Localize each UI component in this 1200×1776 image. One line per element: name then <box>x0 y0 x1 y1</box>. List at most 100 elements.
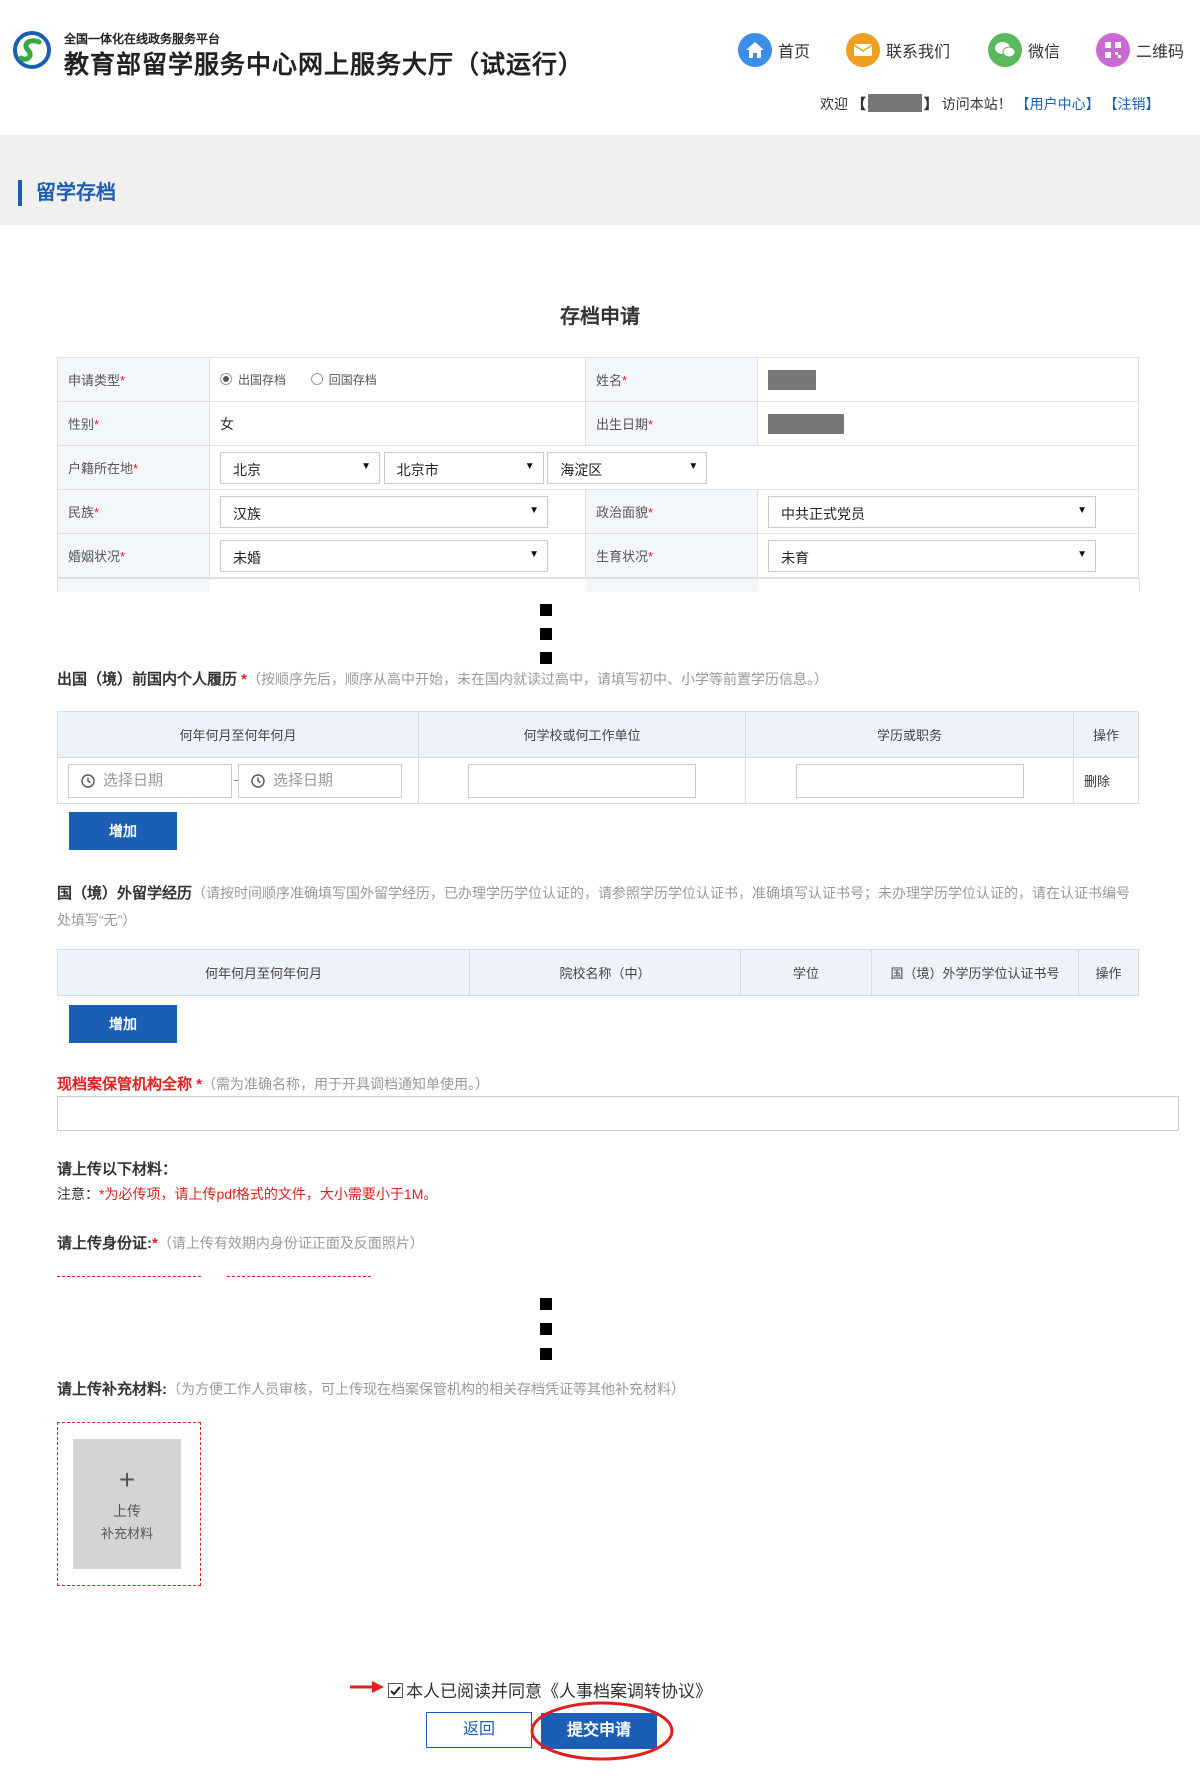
institution-input[interactable] <box>57 1096 1179 1131</box>
ellipsis-dot <box>540 1323 552 1335</box>
nav-home[interactable]: 首页 <box>738 33 810 67</box>
user-center-link[interactable]: 【用户中心】 <box>1016 96 1100 112</box>
apply-type-radio-out[interactable] <box>220 373 232 385</box>
hukou-label: 户籍所在地* <box>57 445 210 490</box>
nav-qrcode-label: 二维码 <box>1136 44 1185 61</box>
id-back-upload-frame[interactable] <box>227 1276 371 1277</box>
name-redacted <box>768 369 816 390</box>
abroad-heading: 国（境）外留学经历（请按时间顺序准确填写国外留学经历，已办理学历学位认证的，请参… <box>57 885 1131 928</box>
nav-qrcode[interactable]: 二维码 <box>1096 33 1184 67</box>
cut-gap <box>0 1280 1200 1370</box>
plus-icon: + <box>118 1464 136 1495</box>
hukou-province-select[interactable]: 北京 ▼ <box>220 451 380 484</box>
site-logo <box>13 31 51 69</box>
marital-cell: 未婚 ▼ <box>209 533 586 578</box>
delete-row-link[interactable]: 删除 <box>1073 757 1139 804</box>
fertility-select[interactable]: 未育 ▼ <box>768 539 1096 572</box>
nav-wechat[interactable]: 微信 <box>988 33 1060 67</box>
materials-note: 注意：*为必传项，请上传pdf格式的文件，大小需要小于1M。 <box>57 1186 438 1202</box>
agreement-text: 本人已阅读并同意 <box>406 1682 542 1701</box>
logout-link[interactable]: 【注销】 <box>1104 96 1160 112</box>
apply-type-radio-return[interactable] <box>310 373 323 385</box>
add-abroad-button[interactable]: 增加 <box>69 1005 177 1043</box>
school-cell <box>418 757 746 804</box>
id-front-upload-frame[interactable] <box>57 1276 201 1277</box>
back-button[interactable]: 返回 <box>426 1712 532 1748</box>
marital-select[interactable]: 未婚 ▼ <box>220 539 548 572</box>
basic-info-table: 申请类型* 出国存档 回国存档 姓名* 性别* 女 出生日期* 户籍所在地* 北… <box>57 357 1139 578</box>
username-redacted <box>867 94 922 112</box>
agreement-link[interactable]: 《人事档案调转协议》 <box>542 1682 712 1701</box>
agreement-checkbox[interactable] <box>388 1683 403 1698</box>
section-bar <box>0 135 1200 225</box>
politics-label: 政治面貌* <box>585 489 758 534</box>
abroad-table: 何年何月至何年何月 院校名称（中） 学位 国（境）外学历学位认证书号 操作 <box>57 949 1139 996</box>
welcome-bar: 欢迎 【】 访问本站！ 【用户中心】 【注销】 <box>820 94 1160 112</box>
ethnicity-label: 民族* <box>57 489 210 534</box>
name-value <box>757 357 1139 402</box>
truncated-row <box>57 578 1140 593</box>
school-input[interactable] <box>468 763 696 798</box>
nav-contact[interactable]: 联系我们 <box>846 33 950 67</box>
politics-select[interactable]: 中共正式党员 ▼ <box>768 495 1096 528</box>
welcome-suffix: 访问本站！ <box>941 96 1012 112</box>
welcome-prefix: 欢迎 <box>820 96 848 112</box>
abroad-col-period: 何年何月至何年何月 <box>57 949 470 996</box>
domestic-hint: （按顺序先后，顺序从高中开始，未在国内就读过高中，请填写初中、小学等前置学历信息… <box>247 671 829 687</box>
ellipsis-dot <box>540 652 552 664</box>
supplement-upload-frame: + 上传 补充材料 <box>57 1422 201 1586</box>
qrcode-icon <box>1096 33 1130 67</box>
apply-type-return-label: 回国存档 <box>328 373 377 387</box>
nav-wechat-label: 微信 <box>1028 44 1061 61</box>
end-date-input[interactable]: 选择日期 <box>238 764 402 798</box>
apply-type-out-label: 出国存档 <box>238 373 287 387</box>
name-label: 姓名* <box>585 357 758 402</box>
period-cell: 选择日期 - 选择日期 <box>57 757 419 804</box>
fertility-cell: 未育 ▼ <box>757 533 1139 578</box>
gender-label: 性别* <box>57 401 210 446</box>
domestic-col-action: 操作 <box>1073 711 1139 758</box>
hukou-district-select[interactable]: 海淀区 ▼ <box>547 451 708 484</box>
clock-icon <box>81 774 95 788</box>
wechat-icon <box>988 33 1022 67</box>
institution-heading: 现档案保管机构全称 *（需为准确名称，用于开具调档通知单使用。） <box>57 1076 490 1093</box>
fertility-label: 生育状况* <box>585 533 758 578</box>
apply-type-cell: 出国存档 回国存档 <box>209 357 586 402</box>
abroad-col-cert: 国（境）外学历学位认证书号 <box>871 949 1079 996</box>
domestic-table: 何年何月至何年何月 何学校或何工作单位 学历或职务 操作 选择日期 - 选择日期… <box>57 711 1139 804</box>
materials-heading: 请上传以下材料： <box>57 1161 178 1178</box>
abroad-col-action: 操作 <box>1078 949 1139 996</box>
ellipsis-dot <box>540 628 552 640</box>
supplement-upload-button[interactable]: + 上传 补充材料 <box>73 1439 181 1569</box>
gender-value: 女 <box>209 401 586 446</box>
id-upload-hint: （请上传有效期内身份证正面及反面照片） <box>157 1235 424 1251</box>
ethnicity-select[interactable]: 汉族 ▼ <box>220 495 548 528</box>
agreement-row: 本人已阅读并同意《人事档案调转协议》 <box>388 1677 712 1702</box>
hukou-city-select[interactable]: 北京市 ▼ <box>383 451 544 484</box>
nav-contact-label: 联系我们 <box>886 44 951 61</box>
birth-redacted <box>768 413 844 434</box>
start-date-input[interactable]: 选择日期 <box>68 764 232 798</box>
institution-hint: （需为准确名称，用于开具调档通知单使用。） <box>202 1076 490 1092</box>
abroad-col-degree: 学位 <box>740 949 872 996</box>
domestic-heading: 出国（境）前国内个人履历 *（按顺序先后，顺序从高中开始，未在国内就读过高中，请… <box>57 671 829 688</box>
mail-icon <box>846 33 880 67</box>
supplement-heading: 请上传补充材料:（为方便工作人员审核，可上传现在档案保管机构的相关存档凭证等其他… <box>57 1381 685 1398</box>
site-title: 教育部留学服务中心网上服务大厅（试运行） <box>64 51 585 79</box>
ellipsis-dot <box>540 604 552 616</box>
highlight-circle <box>530 1701 674 1761</box>
home-icon <box>738 33 772 67</box>
domestic-col-period: 何年何月至何年何月 <box>57 711 419 758</box>
degree-input[interactable] <box>795 763 1024 798</box>
section-title: 留学存档 <box>18 180 116 206</box>
ethnicity-cell: 汉族 ▼ <box>209 489 586 534</box>
add-domestic-button[interactable]: 增加 <box>69 812 177 850</box>
domestic-col-school: 何学校或何工作单位 <box>418 711 746 758</box>
table-row: 选择日期 - 选择日期 删除 <box>57 757 1139 804</box>
form-title: 存档申请 <box>560 306 640 328</box>
upload-label-line1: 上传 <box>113 1503 141 1519</box>
abroad-hint: （请按时间顺序准确填写国外留学经历，已办理学历学位认证的，请参照学历学位认证书，… <box>57 885 1131 928</box>
domestic-col-degree: 学历或职务 <box>745 711 1074 758</box>
ellipsis-dot <box>540 1298 552 1310</box>
birth-value <box>757 401 1139 446</box>
